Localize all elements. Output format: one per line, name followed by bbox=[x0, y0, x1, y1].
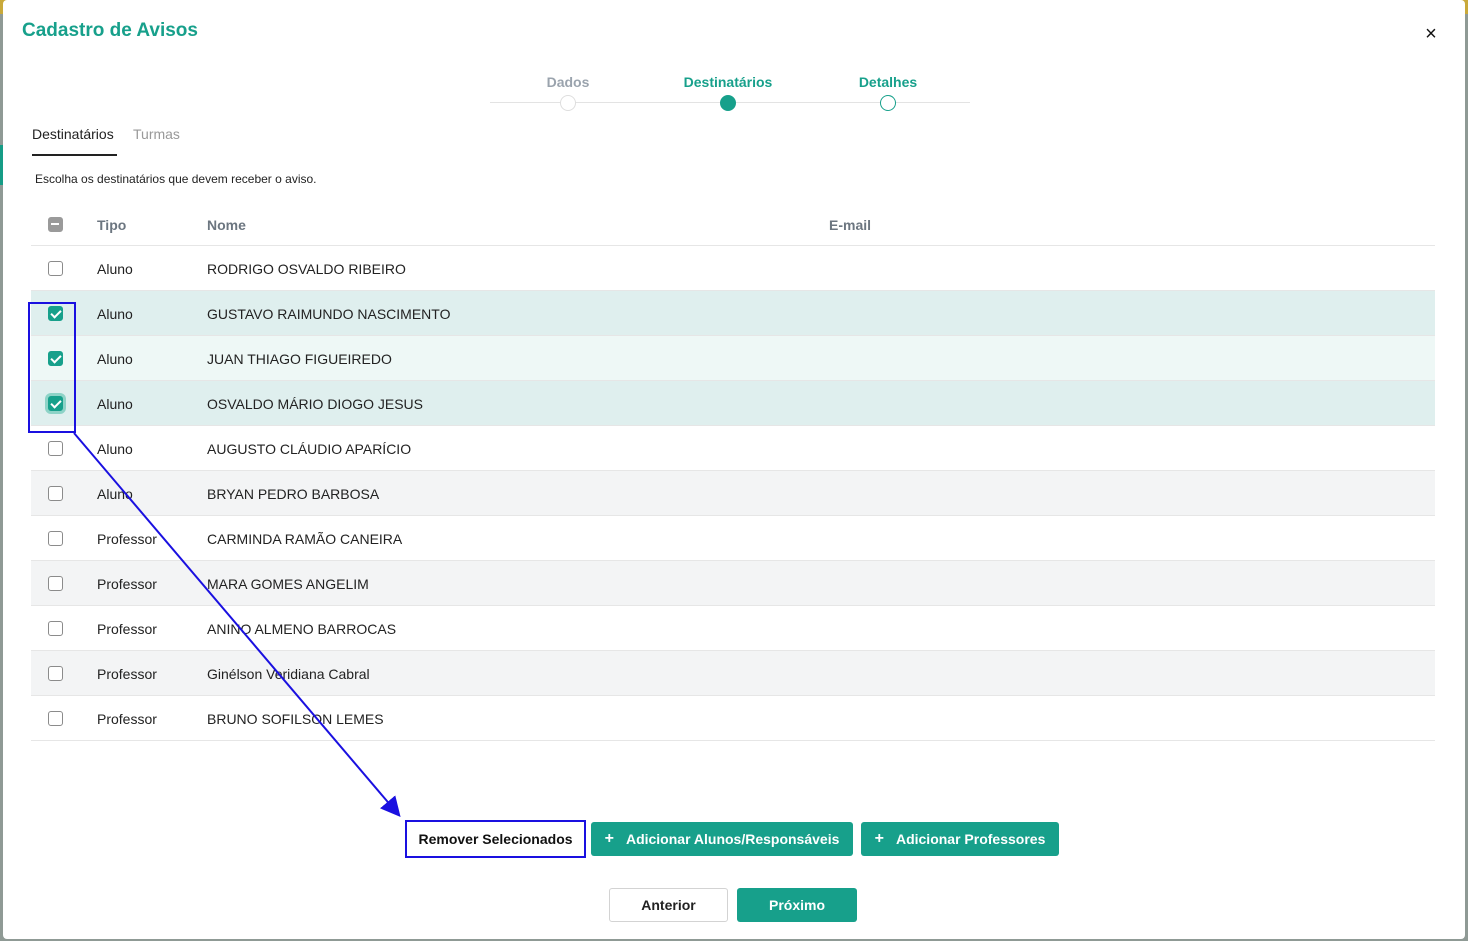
row-tipo: Professor bbox=[97, 531, 157, 547]
table-row[interactable]: Aluno BRYAN PEDRO BARBOSA bbox=[31, 471, 1435, 516]
row-tipo: Aluno bbox=[97, 396, 133, 412]
recipients-table: Tipo Nome E-mail Aluno RODRIGO OSVALDO RI… bbox=[31, 202, 1435, 741]
add-alunos-button[interactable]: + Adicionar Alunos/Responsáveis bbox=[591, 822, 853, 856]
row-checkbox[interactable] bbox=[48, 666, 63, 681]
row-tipo: Professor bbox=[97, 711, 157, 727]
row-checkbox[interactable] bbox=[48, 531, 63, 546]
row-checkbox[interactable] bbox=[48, 441, 63, 456]
table-row[interactable]: Professor BRUNO SOFILSON LEMES bbox=[31, 696, 1435, 741]
tab-turmas[interactable]: Turmas bbox=[133, 126, 180, 156]
step-label: Dados bbox=[546, 74, 590, 90]
table-header: Tipo Nome E-mail bbox=[31, 202, 1435, 246]
remove-selected-button[interactable]: Remover Selecionados bbox=[405, 820, 586, 858]
table-row[interactable]: Professor Ginélson Veridiana Cabral bbox=[31, 651, 1435, 696]
row-tipo: Professor bbox=[97, 666, 157, 682]
add-professores-button[interactable]: + Adicionar Professores bbox=[861, 822, 1059, 856]
table-row[interactable]: Aluno OSVALDO MÁRIO DIOGO JESUS bbox=[31, 381, 1435, 426]
modal-title: Cadastro de Avisos bbox=[22, 20, 198, 41]
row-checkbox[interactable] bbox=[48, 576, 63, 591]
row-tipo: Professor bbox=[97, 576, 157, 592]
step-detalhes[interactable]: Detalhes bbox=[828, 74, 948, 111]
header-email[interactable]: E-mail bbox=[829, 217, 871, 233]
instructions-text: Escolha os destinatários que devem receb… bbox=[35, 172, 317, 186]
header-tipo[interactable]: Tipo bbox=[97, 217, 126, 233]
next-button[interactable]: Próximo bbox=[737, 888, 857, 922]
tab-destinatarios[interactable]: Destinatários bbox=[32, 126, 117, 156]
step-destinatarios[interactable]: Destinatários bbox=[668, 74, 788, 111]
table-row[interactable]: Professor CARMINDA RAMÃO CANEIRA bbox=[31, 516, 1435, 561]
row-nome: BRYAN PEDRO BARBOSA bbox=[207, 486, 380, 502]
plus-icon: + bbox=[604, 830, 614, 847]
close-icon[interactable]: × bbox=[1421, 24, 1441, 44]
row-checkbox[interactable] bbox=[48, 261, 63, 276]
plus-icon: + bbox=[874, 830, 884, 847]
add-alunos-label: Adicionar Alunos/Responsáveis bbox=[625, 831, 840, 847]
row-tipo: Professor bbox=[97, 621, 157, 637]
row-nome: Ginélson Veridiana Cabral bbox=[207, 666, 370, 682]
select-all-checkbox[interactable] bbox=[48, 217, 63, 232]
annotation-highlight-box bbox=[28, 302, 76, 433]
row-tipo: Aluno bbox=[97, 261, 133, 277]
step-dot bbox=[560, 95, 576, 111]
table-body: Aluno RODRIGO OSVALDO RIBEIRO Aluno GUSTAVO… bbox=[31, 246, 1435, 741]
row-nome: CARMINDA RAMÃO CANEIRA bbox=[207, 531, 403, 547]
row-nome: OSVALDO MÁRIO DIOGO JESUS bbox=[207, 396, 424, 412]
step-dot bbox=[720, 95, 736, 111]
modal-cadastro-avisos: Cadastro de Avisos × Dados Destinatários… bbox=[3, 0, 1465, 939]
row-tipo: Aluno bbox=[97, 486, 133, 502]
row-tipo: Aluno bbox=[97, 351, 133, 367]
row-nome: BRUNO SOFILSON LEMES bbox=[207, 711, 384, 727]
step-dados[interactable]: Dados bbox=[508, 74, 628, 111]
row-checkbox[interactable] bbox=[48, 711, 63, 726]
row-nome: GUSTAVO RAIMUNDO NASCIMENTO bbox=[207, 306, 451, 322]
row-nome: MARA GOMES ANGELIM bbox=[207, 576, 369, 592]
row-nome: AUGUSTO CLÁUDIO APARÍCIO bbox=[207, 441, 412, 457]
row-tipo: Aluno bbox=[97, 441, 133, 457]
step-dot bbox=[880, 95, 896, 111]
row-tipo: Aluno bbox=[97, 306, 133, 322]
row-nome: ANINO ALMENO BARROCAS bbox=[207, 621, 397, 637]
step-label: Detalhes bbox=[858, 74, 918, 90]
row-nome: JUAN THIAGO FIGUEIREDO bbox=[207, 351, 392, 367]
row-checkbox[interactable] bbox=[48, 621, 63, 636]
header-nome[interactable]: Nome bbox=[207, 217, 246, 233]
table-row[interactable]: Professor MARA GOMES ANGELIM bbox=[31, 561, 1435, 606]
row-checkbox[interactable] bbox=[48, 486, 63, 501]
table-row[interactable]: Aluno GUSTAVO RAIMUNDO NASCIMENTO bbox=[31, 291, 1435, 336]
table-row[interactable]: Aluno JUAN THIAGO FIGUEIREDO bbox=[31, 336, 1435, 381]
table-row[interactable]: Professor ANINO ALMENO BARROCAS bbox=[31, 606, 1435, 651]
row-nome: RODRIGO OSVALDO RIBEIRO bbox=[207, 261, 406, 277]
add-prof-label: Adicionar Professores bbox=[895, 831, 1046, 847]
step-label: Destinatários bbox=[683, 74, 773, 90]
table-row[interactable]: Aluno RODRIGO OSVALDO RIBEIRO bbox=[31, 246, 1435, 291]
previous-button[interactable]: Anterior bbox=[609, 888, 728, 922]
table-row[interactable]: Aluno AUGUSTO CLÁUDIO APARÍCIO bbox=[31, 426, 1435, 471]
